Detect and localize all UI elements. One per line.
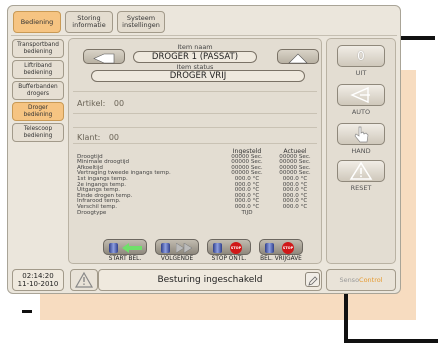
artikel-label: Artikel: bbox=[77, 99, 106, 108]
main-panel: Item naam DROGER 1 (PASSAT) Item status … bbox=[68, 38, 322, 264]
bel-vrijgave-button[interactable]: STOP bbox=[259, 239, 303, 255]
arrow-left-green-icon bbox=[122, 243, 142, 253]
edit-icon bbox=[308, 276, 318, 286]
volgende-label: VOLGENDE bbox=[160, 256, 194, 262]
sidebar-item-telescoop[interactable]: Telescoop bediening bbox=[12, 123, 64, 142]
sidebar-item-droger[interactable]: Droger bediening bbox=[12, 102, 64, 121]
stop-icon: STOP bbox=[282, 242, 294, 254]
hand-button[interactable] bbox=[337, 123, 385, 145]
alarm-indicator[interactable] bbox=[70, 269, 98, 291]
cylinder-icon bbox=[265, 243, 274, 253]
artikel-field: Artikel: 00 bbox=[77, 99, 124, 108]
auto-cycle-icon bbox=[350, 86, 370, 104]
status-bar: Besturing ingeschakeld bbox=[98, 269, 322, 291]
klant-field: Klant: 00 bbox=[77, 133, 119, 142]
item-name-value: DROGER 1 (PASSAT) bbox=[133, 51, 257, 63]
reset-button[interactable] bbox=[337, 160, 385, 182]
hand-pointer-icon bbox=[354, 126, 369, 143]
row-label: Droogtype bbox=[77, 209, 107, 216]
power-off-icon: 0 bbox=[357, 49, 365, 63]
brand-suffix: Control bbox=[359, 276, 383, 284]
volgende-button[interactable] bbox=[155, 239, 199, 255]
warning-icon bbox=[349, 161, 373, 180]
divider bbox=[73, 127, 317, 128]
artikel-value: 00 bbox=[113, 99, 125, 108]
auto-label: AUTO bbox=[351, 108, 371, 116]
next-item-button[interactable] bbox=[277, 49, 319, 64]
clock-time: 02:14:20 bbox=[22, 272, 54, 280]
divider bbox=[73, 113, 317, 114]
status-text: Besturing ingeschakeld bbox=[157, 275, 263, 285]
sidebar-item-liftband[interactable]: Liftriband bediening bbox=[12, 60, 64, 79]
skip-next-icon bbox=[176, 243, 192, 253]
stop-ontl-button[interactable]: STOP bbox=[207, 239, 251, 255]
uit-label: UIT bbox=[355, 69, 367, 77]
bel-vrijgave-label: BEL. VRIJGAVE bbox=[260, 256, 302, 262]
hand-label: HAND bbox=[351, 147, 371, 155]
help-button[interactable] bbox=[305, 272, 320, 287]
tab-storing-informatie[interactable]: Storing informatie bbox=[65, 11, 113, 33]
divider bbox=[73, 91, 317, 92]
uit-button[interactable]: 0 bbox=[337, 45, 385, 67]
previous-item-button[interactable] bbox=[83, 49, 125, 64]
stop-icon: STOP bbox=[230, 242, 242, 254]
leader-line bbox=[344, 339, 438, 343]
table-row: Droogtype TIJD bbox=[77, 209, 315, 217]
leader-line bbox=[395, 36, 435, 40]
hmi-window: Bediening Storing informatie Systeem ins… bbox=[7, 5, 401, 294]
stop-ontl-label: STOP ONTL. bbox=[211, 256, 247, 262]
parameter-table: Ingesteld Actueel Droogtijd 00000 Sec. 000… bbox=[77, 149, 315, 216]
brand-logo: SensoControl bbox=[326, 269, 396, 291]
cylinder-icon bbox=[213, 243, 222, 253]
action-bar: STOP STOP START BEL. VOLGENDE STOP ONTL.… bbox=[101, 239, 311, 263]
divider bbox=[73, 143, 317, 144]
tab-bar: Bediening Storing informatie Systeem ins… bbox=[11, 9, 397, 36]
auto-button[interactable] bbox=[337, 84, 385, 106]
tab-bediening[interactable]: Bediening bbox=[13, 11, 61, 33]
leader-line bbox=[22, 310, 32, 313]
clock: 02:14:20 11-10-2010 bbox=[12, 269, 64, 291]
item-status-value: DROGER VRIJ bbox=[91, 70, 305, 82]
warning-icon bbox=[74, 271, 94, 288]
item-header: Item naam DROGER 1 (PASSAT) Item status … bbox=[73, 42, 319, 84]
cylinder-icon bbox=[109, 243, 118, 253]
brand-prefix: Senso bbox=[339, 276, 360, 284]
leader-line bbox=[344, 288, 348, 343]
start-bel-button[interactable] bbox=[103, 239, 147, 255]
mode-panel: 0 UIT AUTO HAND RESET bbox=[326, 38, 396, 264]
sidebar-item-bufferbanden[interactable]: Bufferbanden drogers bbox=[12, 81, 64, 100]
klant-label: Klant: bbox=[77, 133, 101, 142]
klant-value: 00 bbox=[108, 133, 120, 142]
reset-label: RESET bbox=[350, 184, 372, 192]
start-bel-label: START BEL. bbox=[108, 256, 142, 262]
cylinder-icon bbox=[161, 243, 170, 253]
sidebar-item-transportband[interactable]: Transportband bediening bbox=[12, 39, 64, 58]
clock-date: 11-10-2010 bbox=[17, 280, 59, 288]
tab-systeem-instellingen[interactable]: Systeem instellingen bbox=[117, 11, 165, 33]
row-set-value: TIJD bbox=[241, 209, 253, 216]
